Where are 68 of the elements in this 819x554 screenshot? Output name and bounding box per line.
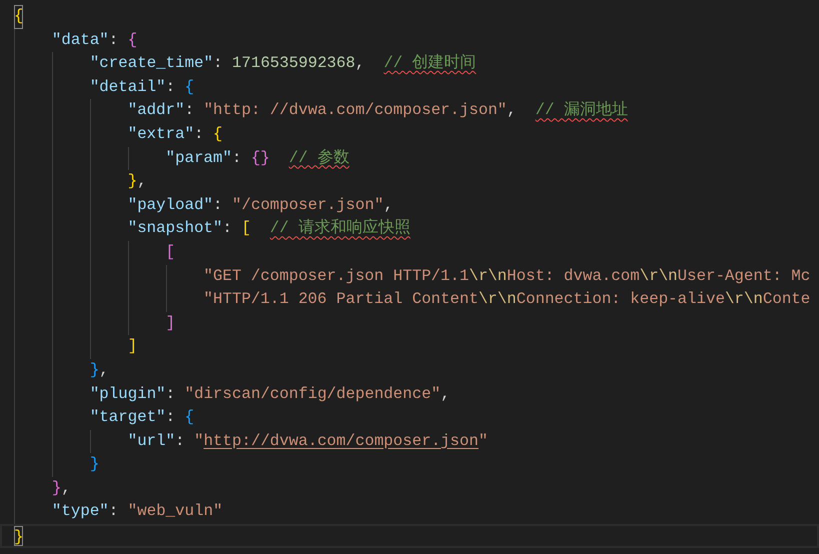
string-value: "web_vuln" (128, 501, 223, 522)
json-key: "snapshot" (128, 217, 223, 241)
escape-sequence: \r\n (640, 266, 678, 287)
bracket: ] (128, 336, 138, 358)
bracket: { (213, 124, 223, 145)
string-value: " (194, 430, 204, 452)
escape-sequence: \r\n (724, 289, 763, 310)
string-value: Connection: keep-alive (516, 289, 725, 310)
bracket: } (90, 360, 100, 381)
code-comment: // 参数 (288, 148, 350, 169)
json-key: "extra" (128, 122, 194, 147)
bracket: { (14, 5, 24, 29)
string-value: Host: dvwa.com (506, 266, 640, 287)
escape-sequence: \r\n (478, 289, 516, 310)
json-key: "create_time" (90, 52, 214, 76)
punctuation: : (194, 124, 204, 145)
url-link[interactable]: http://dvwa.com/composer.json (204, 430, 478, 454)
code-comment: // 请求和响应快照 (270, 218, 410, 240)
punctuation: : (222, 218, 232, 240)
code-comment: // 漏洞地址 (535, 100, 628, 122)
string-value: "HTTP/1.1 206 Partial Content (204, 289, 478, 310)
string-value: Conte (762, 289, 810, 310)
punctuation: : (166, 384, 176, 404)
punctuation: , (355, 53, 365, 74)
json-key: "param" (166, 146, 232, 170)
punctuation: : (213, 53, 223, 74)
bracket: } (14, 526, 24, 546)
json-key: "addr" (128, 99, 185, 123)
string-value: "/composer.json" (232, 194, 384, 216)
number-value: 1716535992368 (232, 53, 356, 74)
json-key: "url" (128, 430, 176, 454)
bracket: [ (241, 218, 251, 240)
bracket: { (128, 30, 138, 51)
json-key: "detail" (90, 76, 166, 100)
punctuation: : (232, 148, 242, 169)
string-value: " (478, 430, 488, 452)
bracket: { (184, 76, 194, 98)
punctuation: , (137, 171, 147, 192)
string-value: User-Agent: Mc (678, 266, 810, 287)
escape-sequence: \r\n (468, 266, 507, 287)
punctuation: : (213, 194, 223, 216)
punctuation: , (506, 100, 516, 122)
code-comment: // 创建时间 (384, 52, 476, 74)
punctuation: , (440, 384, 450, 404)
bracket: } (128, 171, 138, 192)
punctuation: : (108, 30, 118, 51)
punctuation: : (166, 76, 176, 98)
string-value: "GET /composer.json HTTP/1.1 (204, 266, 469, 287)
punctuation: , (384, 194, 394, 216)
json-key: "type" (52, 500, 109, 524)
punctuation: : (166, 407, 176, 428)
json-key: "data" (52, 28, 109, 52)
bracket: } (52, 478, 62, 499)
json-key: "target" (90, 406, 166, 430)
bracket: { (184, 407, 194, 428)
punctuation: , (61, 478, 71, 499)
json-key: "plugin" (90, 382, 166, 406)
json-key: "payload" (128, 194, 214, 218)
string-value: "http: //dvwa.com/composer.json" (204, 100, 507, 122)
punctuation: , (99, 360, 109, 381)
punctuation: : (108, 501, 118, 522)
bracket: [ (166, 242, 176, 263)
bracket: {} (250, 148, 270, 169)
bracket: ] (166, 312, 176, 334)
bracket: } (90, 454, 100, 476)
punctuation: : (184, 100, 194, 122)
string-value: "dirscan/config/dependence" (184, 384, 441, 404)
punctuation: : (175, 430, 185, 452)
